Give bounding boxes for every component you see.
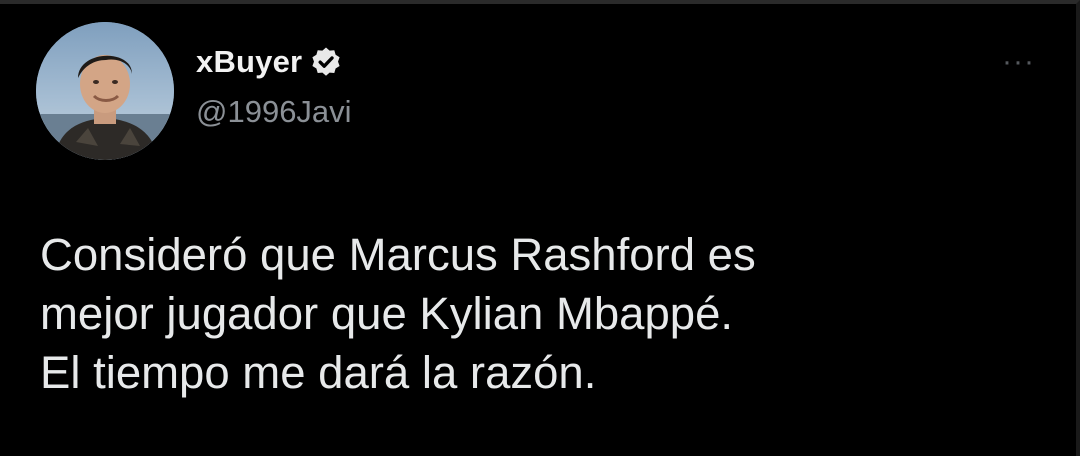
avatar[interactable] (36, 22, 174, 160)
display-name-row[interactable]: xBuyer (196, 44, 342, 80)
verified-badge-icon (310, 46, 342, 78)
more-options-icon[interactable]: ··· (1002, 47, 1035, 77)
display-name[interactable]: xBuyer (196, 44, 302, 80)
user-handle[interactable]: @1996Javi (196, 94, 352, 130)
avatar-photo (36, 22, 174, 160)
tweet-text: Consideró que Marcus Rashford es mejor j… (40, 229, 756, 398)
tweet-card: xBuyer @1996Javi ··· Consideró que Marcu… (0, 0, 1080, 456)
